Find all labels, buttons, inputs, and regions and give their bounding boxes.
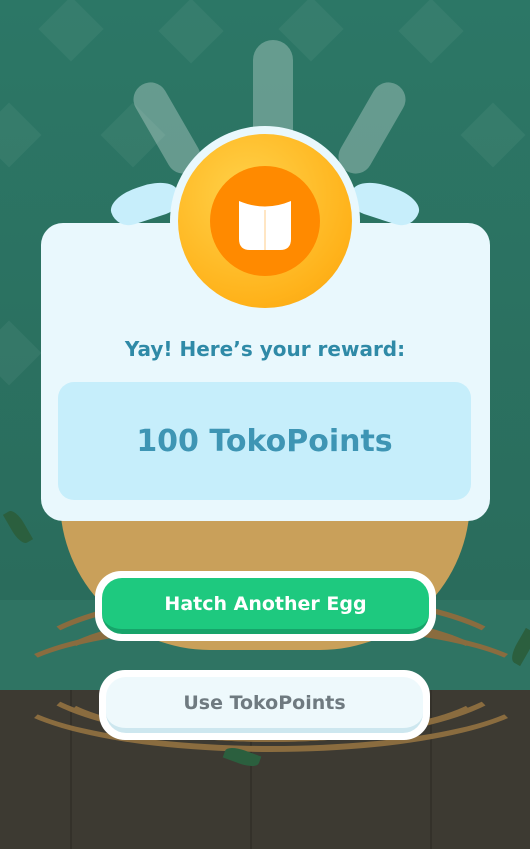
hatch-another-egg-label: Hatch Another Egg <box>102 578 429 634</box>
points-box: 100 TokoPoints <box>58 382 471 500</box>
tokopedia-coin-icon <box>239 201 291 250</box>
use-tokopoints-label: Use TokoPoints <box>106 677 423 733</box>
points-amount: 100 TokoPoints <box>136 423 393 459</box>
coin-center <box>210 166 320 276</box>
coin-frame <box>170 126 360 316</box>
use-tokopoints-button[interactable]: Use TokoPoints <box>99 670 430 740</box>
hatch-another-egg-button[interactable]: Hatch Another Egg <box>95 571 436 641</box>
reward-message: Yay! Here’s your reward: <box>124 337 406 361</box>
coin <box>178 134 352 308</box>
reward-scene: Yay! Here’s your reward: 100 TokoPoints … <box>0 0 530 849</box>
